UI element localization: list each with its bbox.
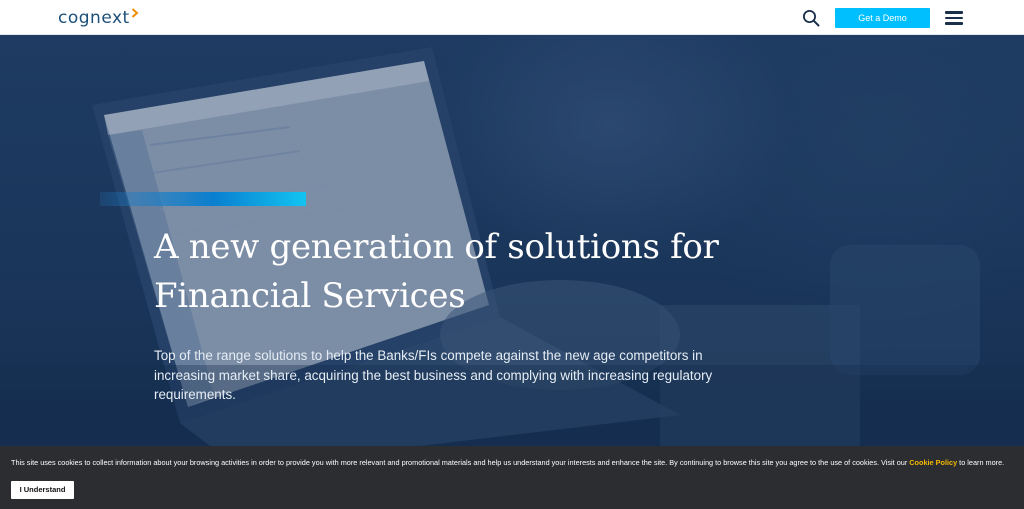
hero-subtext: Top of the range solutions to help the B… — [154, 348, 713, 402]
hero-headline: A new generation of solutions for Financ… — [154, 227, 719, 316]
site-header: cognext Get a Demo — [0, 0, 1024, 35]
logo[interactable]: cognext — [58, 7, 139, 29]
hero-banner: A new generation of solutions for Financ… — [0, 35, 1024, 446]
cookie-message: This site uses cookies to collect inform… — [11, 458, 1011, 467]
cookie-message-text: This site uses cookies to collect inform… — [11, 458, 910, 467]
accent-bar — [100, 192, 306, 206]
get-demo-button[interactable]: Get a Demo — [835, 8, 930, 28]
chevron-right-icon — [131, 8, 139, 18]
logo-text: cognext — [58, 8, 130, 28]
cookie-banner: This site uses cookies to collect inform… — [0, 446, 1024, 509]
cookie-message-end: to learn more. — [957, 458, 1005, 467]
cookie-policy-link[interactable]: Cookie Policy — [909, 458, 957, 467]
search-icon[interactable] — [802, 9, 820, 27]
i-understand-button[interactable]: I Understand — [11, 481, 74, 499]
hamburger-menu-icon[interactable] — [945, 11, 963, 25]
